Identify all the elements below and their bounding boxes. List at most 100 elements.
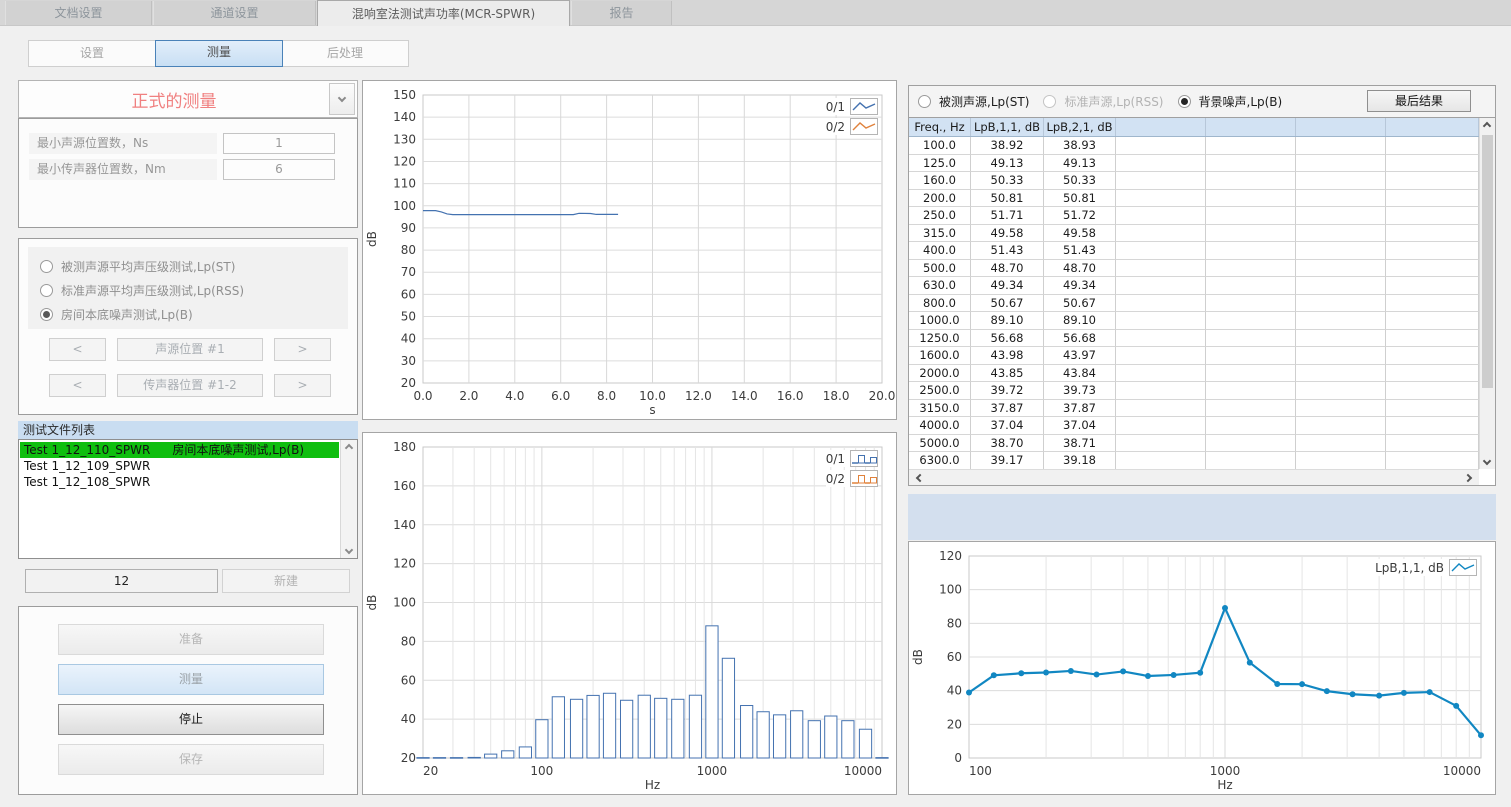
prepare-button[interactable]: 准备 xyxy=(58,624,324,655)
table-cell xyxy=(1206,312,1296,330)
table-row[interactable]: 315.049.5849.58 xyxy=(909,225,1479,243)
file-list-scrollbar[interactable] xyxy=(340,440,357,558)
table-row[interactable]: 1000.089.1089.10 xyxy=(909,312,1479,330)
table-row[interactable]: 1250.056.6856.68 xyxy=(909,330,1479,348)
radio-lpb[interactable] xyxy=(40,308,53,321)
position-params-group: 最小声源位置数，Ns 1 最小传声器位置数，Nm 6 xyxy=(18,118,358,228)
table-cell: 4000.0 xyxy=(909,417,971,435)
table-cell xyxy=(1386,400,1479,418)
table-cell: 200.0 xyxy=(909,190,971,208)
min-mic-positions-field[interactable]: 6 xyxy=(223,159,335,180)
table-cell xyxy=(1386,207,1479,225)
svg-text:140: 140 xyxy=(393,518,416,532)
count-button[interactable]: 12 xyxy=(25,569,218,593)
radio-row-lpst[interactable]: 被测声源平均声压级测试,Lp(ST) xyxy=(40,256,348,277)
table-cell xyxy=(1296,172,1386,190)
radio-row-result-lpst[interactable]: 被测声源,Lp(ST) xyxy=(918,86,1029,116)
scroll-down-icon[interactable] xyxy=(345,546,353,554)
scrollbar-thumb[interactable] xyxy=(1482,135,1493,388)
table-cell xyxy=(1116,172,1206,190)
svg-text:20: 20 xyxy=(401,376,416,390)
table-cell xyxy=(1386,277,1479,295)
last-result-button[interactable]: 最后结果 xyxy=(1367,90,1471,112)
table-column-header xyxy=(1296,118,1386,136)
svg-text:40: 40 xyxy=(401,712,416,726)
table-row[interactable]: 2500.039.7239.73 xyxy=(909,382,1479,400)
subtab-setup[interactable]: 设置 xyxy=(29,41,156,66)
source-position-prev-button[interactable]: < xyxy=(49,338,106,361)
table-row[interactable]: 250.051.7151.72 xyxy=(909,207,1479,225)
svg-text:100: 100 xyxy=(939,583,962,597)
tab-mcr-spwr[interactable]: 混响室法测试声功率(MCR-SPWR) xyxy=(317,0,570,26)
table-row[interactable]: 3150.037.8737.87 xyxy=(909,400,1479,418)
table-row[interactable]: 6300.039.1739.18 xyxy=(909,452,1479,469)
table-column-header: LpB,1,1, dB xyxy=(971,118,1044,136)
radio-row-lpb[interactable]: 房间本底噪声测试,Lp(B) xyxy=(40,304,348,325)
file-list-item[interactable]: Test 1_12_110_SPWR房间本底噪声测试,Lp(B) xyxy=(20,442,339,458)
new-button[interactable]: 新建 xyxy=(222,569,350,593)
scroll-right-icon[interactable] xyxy=(1464,474,1472,482)
radio-result-lprss[interactable] xyxy=(1043,95,1056,108)
mic-position-next-button[interactable]: > xyxy=(274,374,331,397)
time-history-chart: 20304050607080901001101201301401500.02.0… xyxy=(362,80,897,420)
tab-report[interactable]: 报告 xyxy=(571,1,672,25)
mode-dropdown-button[interactable] xyxy=(329,83,355,115)
radio-lpst[interactable] xyxy=(40,260,53,273)
table-cell: 3150.0 xyxy=(909,400,971,418)
table-row[interactable]: 200.050.8150.81 xyxy=(909,190,1479,208)
table-row[interactable]: 500.048.7048.70 xyxy=(909,260,1479,278)
subtab-measure[interactable]: 测量 xyxy=(155,40,283,67)
table-row[interactable]: 5000.038.7038.71 xyxy=(909,435,1479,453)
radio-result-lpst[interactable] xyxy=(918,95,931,108)
tab-channel-settings[interactable]: 通道设置 xyxy=(153,1,316,25)
table-row[interactable]: 160.050.3350.33 xyxy=(909,172,1479,190)
param-row-ns: 最小声源位置数，Ns 1 xyxy=(29,133,347,154)
radio-row-result-lpb[interactable]: 背景噪声,Lp(B) xyxy=(1178,86,1283,116)
file-list[interactable]: Test 1_12_110_SPWR房间本底噪声测试,Lp(B)Test 1_1… xyxy=(18,439,358,559)
file-list-item[interactable]: Test 1_12_108_SPWR xyxy=(20,474,339,490)
svg-text:160: 160 xyxy=(393,479,416,493)
scroll-up-icon[interactable] xyxy=(345,444,353,452)
svg-text:100: 100 xyxy=(393,596,416,610)
table-row[interactable]: 125.049.1349.13 xyxy=(909,155,1479,173)
svg-text:1000: 1000 xyxy=(1210,764,1241,778)
table-vertical-scrollbar[interactable] xyxy=(1479,118,1495,469)
table-row[interactable]: 400.051.4351.43 xyxy=(909,242,1479,260)
table-row[interactable]: 4000.037.0437.04 xyxy=(909,417,1479,435)
table-row[interactable]: 2000.043.8543.84 xyxy=(909,365,1479,383)
table-row[interactable]: 100.038.9238.93 xyxy=(909,137,1479,155)
source-position-label-button[interactable]: 声源位置 #1 xyxy=(117,338,263,361)
table-row[interactable]: 1600.043.9843.97 xyxy=(909,347,1479,365)
measure-button[interactable]: 测量 xyxy=(58,664,324,695)
radio-lprss[interactable] xyxy=(40,284,53,297)
scroll-up-icon[interactable] xyxy=(1483,122,1491,130)
table-cell xyxy=(1116,435,1206,453)
table-row[interactable]: 800.050.6750.67 xyxy=(909,295,1479,313)
mic-position-label-button[interactable]: 传声器位置 #1-2 xyxy=(117,374,263,397)
measure-mode-select[interactable]: 正式的测量 xyxy=(18,80,358,118)
svg-text:0.0: 0.0 xyxy=(413,389,432,403)
source-position-next-button[interactable]: > xyxy=(274,338,331,361)
file-list-item[interactable]: Test 1_12_109_SPWR xyxy=(20,458,339,474)
subtab-postprocess[interactable]: 后处理 xyxy=(282,41,408,66)
tab-document-settings[interactable]: 文档设置 xyxy=(5,1,152,25)
table-cell xyxy=(1386,365,1479,383)
save-button[interactable]: 保存 xyxy=(58,744,324,775)
svg-text:120: 120 xyxy=(393,154,416,168)
mic-position-prev-button[interactable]: < xyxy=(49,374,106,397)
radio-row-lprss[interactable]: 标准声源平均声压级测试,Lp(RSS) xyxy=(40,280,348,301)
radio-lprss-label: 标准声源平均声压级测试,Lp(RSS) xyxy=(61,282,244,299)
radio-result-lpb[interactable] xyxy=(1178,95,1191,108)
result-table-body[interactable]: 100.038.9238.93125.049.1349.13160.050.33… xyxy=(909,137,1479,469)
radio-row-result-lprss[interactable]: 标准声源,Lp(RSS) xyxy=(1043,86,1163,116)
scroll-down-icon[interactable] xyxy=(1483,457,1491,465)
table-row[interactable]: 630.049.3449.34 xyxy=(909,277,1479,295)
min-source-positions-field[interactable]: 1 xyxy=(223,133,335,154)
table-cell xyxy=(1116,190,1206,208)
stop-button[interactable]: 停止 xyxy=(58,704,324,735)
action-button-group: 准备 测量 停止 保存 xyxy=(18,606,358,795)
table-cell xyxy=(1296,155,1386,173)
table-horizontal-scrollbar[interactable] xyxy=(909,469,1479,485)
scroll-left-icon[interactable] xyxy=(916,474,924,482)
legend-label: 0/2 xyxy=(826,120,845,134)
